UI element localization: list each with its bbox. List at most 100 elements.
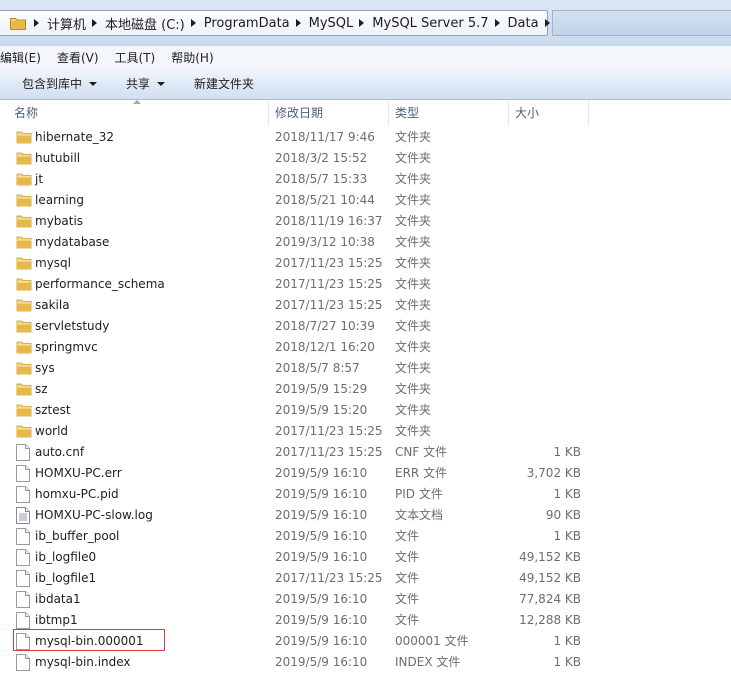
file-date: 2019/5/9 16:10 <box>275 613 368 627</box>
folder-icon <box>16 213 32 230</box>
menu-help[interactable]: 帮助(H) <box>171 49 213 66</box>
file-name: mydatabase <box>35 235 110 249</box>
file-date: 2017/11/23 15:25 <box>275 298 383 312</box>
file-row[interactable]: sz 2019/5/9 15:29 文件夹 <box>0 379 731 400</box>
file-name: world <box>35 424 69 438</box>
file-type: 文件夹 <box>395 403 432 417</box>
file-row[interactable]: mysql 2017/11/23 15:25 文件夹 <box>0 253 731 274</box>
file-icon <box>16 654 32 671</box>
file-type: 文件夹 <box>395 277 432 291</box>
menu-view[interactable]: 查看(V) <box>57 49 99 66</box>
file-row[interactable]: learning 2018/5/21 10:44 文件夹 <box>0 190 731 211</box>
breadcrumb-programdata[interactable]: ProgramData <box>204 16 290 31</box>
file-size <box>500 379 581 400</box>
file-name: learning <box>35 193 84 207</box>
column-header-size[interactable]: 大小 <box>509 100 589 125</box>
file-row[interactable]: ibtmp1 2019/5/9 16:10 文件 12,288 KB <box>0 610 731 631</box>
file-name: sztest <box>35 403 71 417</box>
file-row[interactable]: mydatabase 2019/3/12 10:38 文件夹 <box>0 232 731 253</box>
file-name: sz <box>35 382 48 396</box>
file-row[interactable]: world 2017/11/23 15:25 文件夹 <box>0 421 731 442</box>
column-header-type[interactable]: 类型 <box>389 100 509 125</box>
folder-icon <box>10 16 26 33</box>
file-date: 2017/11/23 15:25 <box>275 277 383 291</box>
file-type: 文件夹 <box>395 172 432 186</box>
file-name: ib_logfile0 <box>35 550 97 564</box>
file-row[interactable]: HOMXU-PC.err 2019/5/9 16:10 ERR 文件 3,702 KB <box>0 463 731 484</box>
file-size <box>500 148 581 169</box>
file-row[interactable]: auto.cnf 2017/11/23 15:25 CNF 文件 1 KB <box>0 442 731 463</box>
file-row[interactable]: hibernate_32 2018/11/17 9:46 文件夹 <box>0 127 731 148</box>
file-row[interactable]: HOMXU-PC-slow.log 2019/5/9 16:10 文本文档 90 KB <box>0 505 731 526</box>
new-folder-button[interactable]: 新建文件夹 <box>194 75 254 92</box>
breadcrumb-computer[interactable]: 计算机 <box>47 14 86 33</box>
folder-icon <box>16 171 32 188</box>
breadcrumb-mysql[interactable]: MySQL <box>309 16 354 31</box>
folder-icon <box>16 150 32 167</box>
file-icon <box>16 591 32 608</box>
chevron-right-icon[interactable] <box>190 19 196 27</box>
file-size <box>500 295 581 316</box>
file-row[interactable]: ib_logfile0 2019/5/9 16:10 文件 49,152 KB <box>0 547 731 568</box>
file-row[interactable]: homxu-PC.pid 2019/5/9 16:10 PID 文件 1 KB <box>0 484 731 505</box>
chevron-right-icon[interactable] <box>544 19 550 27</box>
new-folder-label: 新建文件夹 <box>194 77 255 91</box>
file-date: 2017/11/23 15:25 <box>275 445 383 459</box>
share-button[interactable]: 共享 <box>126 75 166 92</box>
file-icon <box>16 465 32 482</box>
file-row[interactable]: mybatis 2018/11/19 16:37 文件夹 <box>0 211 731 232</box>
breadcrumb-local-disk[interactable]: 本地磁盘 (C:) <box>105 14 185 33</box>
file-row[interactable]: springmvc 2018/12/1 16:20 文件夹 <box>0 337 731 358</box>
file-date: 2019/5/9 16:10 <box>275 550 368 564</box>
file-date: 2017/11/23 15:25 <box>275 424 383 438</box>
file-size <box>500 253 581 274</box>
file-type: 文件夹 <box>395 256 432 270</box>
file-type: 000001 文件 <box>395 634 469 648</box>
file-row[interactable]: ib_logfile1 2017/11/23 15:25 文件 49,152 KB <box>0 568 731 589</box>
file-date: 2017/11/23 15:25 <box>275 571 383 585</box>
chevron-right-icon[interactable] <box>34 19 39 27</box>
file-date: 2018/12/1 16:20 <box>275 340 375 354</box>
file-type: PID 文件 <box>395 487 443 501</box>
search-box[interactable] <box>552 10 731 36</box>
breadcrumb[interactable]: 计算机 本地磁盘 (C:) ProgramData MySQL MySQL Se… <box>0 10 550 36</box>
file-row[interactable]: jt 2018/5/7 15:33 文件夹 <box>0 169 731 190</box>
include-in-library-button[interactable]: 包含到库中 <box>22 75 98 92</box>
chevron-right-icon[interactable] <box>92 19 98 27</box>
folder-icon <box>16 192 32 209</box>
file-date: 2017/11/23 15:25 <box>275 256 383 270</box>
file-icon <box>16 570 32 587</box>
chevron-right-icon[interactable] <box>295 19 301 27</box>
column-header-row: 名称 修改日期 类型 大小 <box>0 100 731 125</box>
column-header-name[interactable]: 名称 <box>0 100 269 125</box>
file-row[interactable]: sys 2018/5/7 8:57 文件夹 <box>0 358 731 379</box>
menu-edit[interactable]: 编辑(E) <box>0 49 41 66</box>
file-name: homxu-PC.pid <box>35 487 119 501</box>
chevron-right-icon[interactable] <box>359 19 365 27</box>
file-name: mybatis <box>35 214 84 228</box>
breadcrumb-data[interactable]: Data <box>508 16 539 31</box>
file-size <box>500 337 581 358</box>
file-row[interactable]: sztest 2019/5/9 15:20 文件夹 <box>0 400 731 421</box>
file-date: 2019/5/9 16:10 <box>275 529 368 543</box>
breadcrumb-mysql-server[interactable]: MySQL Server 5.7 <box>372 16 488 31</box>
column-header-date[interactable]: 修改日期 <box>269 100 389 125</box>
file-row[interactable]: performance_schema 2017/11/23 15:25 文件夹 <box>0 274 731 295</box>
file-row[interactable]: sakila 2017/11/23 15:25 文件夹 <box>0 295 731 316</box>
file-type: 文件夹 <box>395 319 432 333</box>
file-type: 文件夹 <box>395 382 432 396</box>
folder-icon <box>16 297 32 314</box>
include-in-library-label: 包含到库中 <box>22 77 83 91</box>
file-type: 文件 <box>395 529 420 543</box>
file-row[interactable]: servletstudy 2018/7/27 10:39 文件夹 <box>0 316 731 337</box>
folder-icon <box>16 423 32 440</box>
file-type: 文件夹 <box>395 235 432 249</box>
file-row[interactable]: ibdata1 2019/5/9 16:10 文件 77,824 KB <box>0 589 731 610</box>
chevron-right-icon[interactable] <box>494 19 500 27</box>
folder-icon <box>16 276 32 293</box>
file-row[interactable]: ib_buffer_pool 2019/5/9 16:10 文件 1 KB <box>0 526 731 547</box>
menu-tools[interactable]: 工具(T) <box>115 49 156 66</box>
file-type: 文件 <box>395 571 420 585</box>
file-row[interactable]: hutubill 2018/3/2 15:52 文件夹 <box>0 148 731 169</box>
file-name: ibdata1 <box>35 592 81 606</box>
